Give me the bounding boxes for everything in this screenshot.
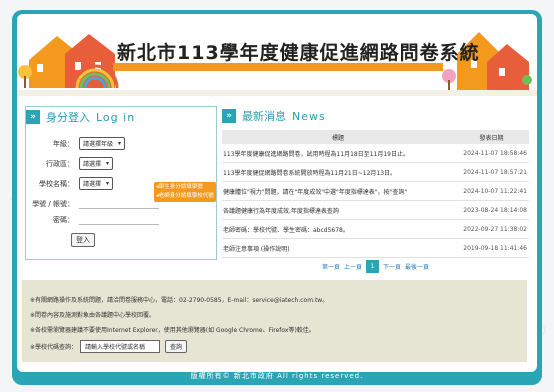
news-link[interactable]: 老師密碼：學校代號、學生密碼：abcd5678。 — [222, 219, 454, 239]
news-date: 2024-11-07 18:57:21 — [454, 162, 529, 182]
table-row[interactable]: 各議題健康行為年度成效,年度指標達表查詢 2023-08-24 18:14:08 — [222, 200, 529, 220]
tip-teacher: ◂老師身分請填學校代號 — [156, 193, 214, 199]
news-date: 2024-11-07 18:58:46 — [454, 144, 529, 163]
news-date: 2023-08-24 18:14:08 — [454, 200, 529, 220]
table-row[interactable]: 老師注意事項 (操作說明) 2019-09-18 11:41:46 — [222, 238, 529, 258]
page-last[interactable]: 最後一頁 — [405, 262, 429, 271]
main-frame: 新北市113學年度健康促進網路問卷系統 » 身分登入 Log in 年級： 請選… — [12, 10, 542, 385]
school-row: 學校名稱： 請選擇 ▾ — [26, 177, 114, 190]
chevron-down-icon: ▾ — [106, 180, 110, 187]
district-label: 行政區： — [46, 159, 74, 168]
pagination: 第一頁 上一頁 1 下一頁 最後一頁 — [222, 260, 529, 273]
school-select[interactable]: 請選擇 ▾ — [79, 177, 114, 190]
login-header: » 身分登入 Log in — [26, 107, 216, 127]
news-header: » 最新消息 News — [222, 106, 529, 126]
password-label: 密碼： — [53, 216, 74, 224]
grade-row: 年級： 請選擇年級 ▾ — [26, 137, 126, 150]
district-row: 行政區： 請選擇 ▾ — [26, 157, 114, 170]
login-tip: ◂學生身分請填學號 ◂老師身分請填學校代號 — [154, 182, 216, 202]
login-title: 身分登入 — [46, 111, 90, 124]
grade-label: 年級： — [53, 139, 74, 148]
double-chevron-icon: » — [222, 109, 236, 123]
double-chevron-icon: » — [26, 110, 40, 124]
page-first[interactable]: 第一頁 — [322, 262, 340, 271]
password-row: 密碼： — [26, 215, 159, 225]
district-select[interactable]: 請選擇 ▾ — [79, 157, 114, 170]
login-panel: » 身分登入 Log in 年級： 請選擇年級 ▾ 行政區： 請選擇 ▾ 學校名稱：… — [25, 106, 217, 260]
news-date: 2022-09-27 11:38:02 — [454, 219, 529, 239]
query-button[interactable]: 查詢 — [165, 340, 188, 353]
news-subtitle: News — [292, 109, 326, 123]
school-code-label: ※學校代碼查詢： — [30, 344, 78, 351]
table-row[interactable]: 113學年度健促網路問卷系統開放時程為11月21日~12月13日。 2024-11… — [222, 162, 529, 182]
student-id-input[interactable] — [79, 200, 159, 209]
tip-student: ◂學生身分請填學號 — [156, 184, 203, 190]
info-line-content: ※問卷內容及施測對象由各議題中心學校回覆。 — [30, 312, 156, 319]
info-box: ※有關網路操作及系統問題，請洽問卷服務中心，電話：02-2790-0585，E-… — [22, 280, 527, 362]
grade-select-value: 請選擇年級 — [83, 141, 114, 148]
news-table: 標題 發表日期 113學年度健康促進網路問卷，試用時程為11月18日至11月19… — [222, 130, 529, 258]
password-input[interactable] — [79, 216, 159, 225]
district-select-value: 請選擇 — [83, 161, 102, 168]
school-code-row: ※學校代碼查詢： 請輸入學校代號或名稱 查詢 — [30, 340, 527, 353]
grade-select[interactable]: 請選擇年級 ▾ — [79, 137, 126, 150]
news-title: 最新消息 — [242, 110, 286, 123]
news-link[interactable]: 113學年度健促網路問卷系統開放時程為11月21日~12月13日。 — [222, 162, 454, 182]
news-link[interactable]: 老師注意事項 (操作說明) — [222, 238, 454, 258]
news-link[interactable]: 健康體位"視力"問題，請在"年度成效"中選"年度指標達表"，按"查詢" — [222, 181, 454, 201]
page-current[interactable]: 1 — [366, 260, 379, 273]
table-row[interactable]: 113學年度健康促進網路問卷，試用時程為11月18日至11月19日止。 2024-… — [222, 144, 529, 163]
col-date: 發表日期 — [454, 130, 529, 144]
news-date: 2024-10-07 11:22:41 — [454, 181, 529, 201]
student-id-label: 學號 / 帳號： — [32, 200, 74, 208]
content-panel: 新北市113學年度健康促進網路問卷系統 » 身分登入 Log in 年級： 請選… — [17, 14, 537, 372]
student-id-row: 學號 / 帳號： — [26, 199, 159, 209]
chevron-down-icon: ▾ — [106, 160, 110, 167]
page-prev[interactable]: 上一頁 — [344, 262, 362, 271]
school-select-value: 請選擇 — [83, 181, 102, 188]
login-button[interactable]: 登入 — [71, 233, 95, 247]
chevron-down-icon: ▾ — [118, 140, 122, 147]
info-line-contact: ※有關網路操作及系統問題，請洽問卷服務中心，電話：02-2790-0585，E-… — [30, 297, 329, 304]
news-table-header: 標題 發表日期 — [222, 130, 529, 144]
login-subtitle: Log in — [96, 110, 136, 124]
news-link[interactable]: 各議題健康行為年度成效,年度指標達表查詢 — [222, 200, 454, 220]
footer: 版權所有© 新北市政府 All rights reserved. — [190, 372, 364, 380]
login-button-row: 登入 — [71, 233, 95, 247]
page-next[interactable]: 下一頁 — [383, 262, 401, 271]
school-label: 學校名稱： — [39, 179, 74, 188]
header-banner: 新北市113學年度健康促進網路問卷系統 — [17, 14, 537, 96]
col-title: 標題 — [222, 130, 454, 144]
news-date: 2019-09-18 11:41:46 — [454, 238, 529, 258]
news-panel: » 最新消息 News 標題 發表日期 113學年度健康促進網路問卷，試用時程為… — [222, 106, 529, 258]
school-code-input[interactable]: 請輸入學校代號或名稱 — [80, 340, 161, 353]
table-row[interactable]: 老師密碼：學校代號、學生密碼：abcd5678。 2022-09-27 11:38… — [222, 219, 529, 239]
news-link[interactable]: 113學年度健康促進網路問卷，試用時程為11月18日至11月19日止。 — [222, 144, 454, 163]
table-row[interactable]: 健康體位"視力"問題，請在"年度成效"中選"年度指標達表"，按"查詢" 2024-… — [222, 181, 529, 201]
info-line-browser: ※各校需瀏覽器建議不要使用Internet Explorer，使用其他瀏覽器(如… — [30, 327, 315, 334]
page-title: 新北市113學年度健康促進網路問卷系統 — [117, 42, 480, 64]
